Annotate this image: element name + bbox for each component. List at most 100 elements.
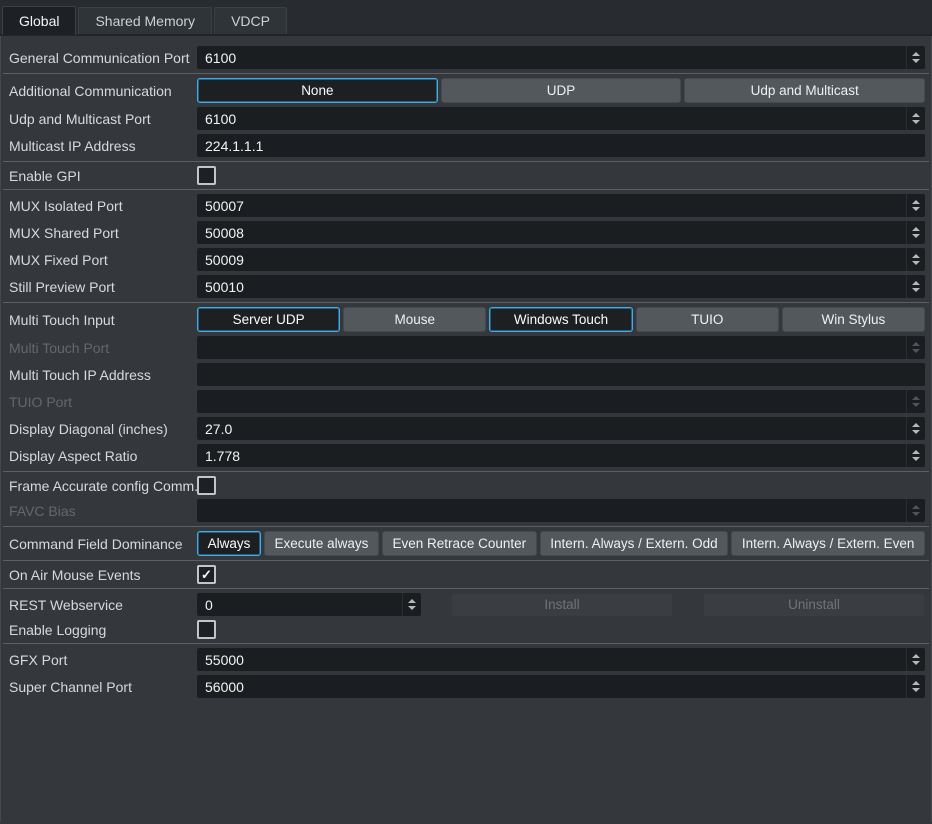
multi-touch-input-option-mouse[interactable]: Mouse: [343, 307, 486, 332]
enable-gpi-checkbox[interactable]: [197, 166, 216, 185]
settings-window: Global Shared Memory VDCP General Commun…: [0, 0, 932, 822]
spin-up-icon[interactable]: [912, 281, 920, 285]
mux-shared-port-spinbox[interactable]: [197, 221, 925, 244]
display-aspect-ratio-spinbox[interactable]: [197, 444, 925, 467]
tab-global[interactable]: Global: [2, 6, 76, 35]
spin-up-icon[interactable]: [912, 254, 920, 258]
spin-down-icon[interactable]: [408, 606, 416, 610]
spinner-buttons[interactable]: [906, 194, 925, 217]
multi-touch-port-spinbox: [197, 336, 925, 359]
command-field-dominance-option-even-retrace-counter[interactable]: Even Retrace Counter: [382, 531, 537, 556]
command-field-dominance-option-always[interactable]: Always: [197, 531, 261, 556]
spinner-buttons[interactable]: [906, 46, 925, 69]
spin-up-icon[interactable]: [912, 200, 920, 204]
spin-up-icon[interactable]: [912, 52, 920, 56]
still-preview-port-spinbox[interactable]: [197, 275, 925, 298]
mux-isolated-port-spinbox[interactable]: [197, 194, 925, 217]
general-communication-port-spinbox[interactable]: [197, 46, 925, 69]
multi-touch-input-option-tuio[interactable]: TUIO: [636, 307, 779, 332]
spinner-buttons[interactable]: [906, 417, 925, 440]
multi-touch-port-label: Multi Touch Port: [9, 340, 197, 356]
udp-and-multicast-port-control: [197, 107, 925, 130]
spin-down-icon[interactable]: [912, 234, 920, 238]
multicast-ip-address-input[interactable]: [197, 134, 925, 157]
spinner-buttons[interactable]: [906, 107, 925, 130]
on-air-mouse-events-control: ✓: [197, 565, 925, 584]
section-separator: [3, 526, 929, 527]
section-separator: [3, 161, 929, 162]
tab-bar: Global Shared Memory VDCP: [0, 0, 932, 36]
uninstall-button[interactable]: Uninstall: [703, 593, 925, 617]
spinner-buttons[interactable]: [906, 248, 925, 271]
rest-webservice-input[interactable]: [197, 593, 402, 616]
multicast-ip-address-label: Multicast IP Address: [9, 138, 197, 154]
udp-and-multicast-port-input[interactable]: [197, 107, 906, 130]
additional-communication-option-none[interactable]: None: [197, 78, 438, 103]
spin-down-icon[interactable]: [912, 430, 920, 434]
spin-down-icon[interactable]: [912, 288, 920, 292]
display-diagonal-input[interactable]: [197, 417, 906, 440]
command-field-dominance-option-intern-always-extern-odd[interactable]: Intern. Always / Extern. Odd: [540, 531, 729, 556]
spinner-buttons[interactable]: [906, 275, 925, 298]
spin-down-icon[interactable]: [912, 207, 920, 211]
mux-shared-port-input[interactable]: [197, 221, 906, 244]
enable-logging-label: Enable Logging: [9, 622, 197, 638]
install-button[interactable]: Install: [451, 593, 673, 617]
row-mux-fixed-port: MUX Fixed Port: [1, 248, 931, 271]
multi-touch-ip-address-field[interactable]: [197, 363, 925, 386]
rest-webservice-control: Install Uninstall: [197, 593, 925, 617]
on-air-mouse-events-checkbox[interactable]: ✓: [197, 565, 216, 584]
row-gfx-port: GFX Port: [1, 648, 931, 671]
spin-up-icon[interactable]: [912, 113, 920, 117]
multi-touch-input-option-windows-touch[interactable]: Windows Touch: [489, 307, 632, 332]
command-field-dominance-option-execute-always[interactable]: Execute always: [264, 531, 379, 556]
rest-webservice-spinbox[interactable]: [197, 593, 421, 616]
frame-accurate-config-comm-checkbox[interactable]: [197, 476, 216, 495]
super-channel-port-spinbox[interactable]: [197, 675, 925, 698]
spin-up-icon[interactable]: [408, 599, 416, 603]
multi-touch-ip-address-input[interactable]: [197, 363, 925, 386]
spinner-buttons[interactable]: [906, 675, 925, 698]
spin-up-icon[interactable]: [912, 423, 920, 427]
gfx-port-spinbox[interactable]: [197, 648, 925, 671]
multi-touch-input-option-server-udp[interactable]: Server UDP: [197, 307, 340, 332]
multi-touch-ip-address-control: [197, 363, 925, 386]
additional-communication-option-udp-and-multicast[interactable]: Udp and Multicast: [684, 78, 925, 103]
display-diagonal-spinbox[interactable]: [197, 417, 925, 440]
multicast-ip-address-field[interactable]: [197, 134, 925, 157]
spin-down-icon[interactable]: [912, 59, 920, 63]
spin-up-icon[interactable]: [912, 450, 920, 454]
frame-accurate-config-comm-label: Frame Accurate config Comm.: [9, 478, 197, 494]
tab-vdcp[interactable]: VDCP: [214, 7, 287, 34]
enable-logging-checkbox[interactable]: [197, 620, 216, 639]
additional-communication-option-udp[interactable]: UDP: [441, 78, 682, 103]
super-channel-port-input[interactable]: [197, 675, 906, 698]
spinner-buttons[interactable]: [906, 648, 925, 671]
gfx-port-input[interactable]: [197, 648, 906, 671]
spin-down-icon[interactable]: [912, 261, 920, 265]
spin-down-icon[interactable]: [912, 457, 920, 461]
udp-and-multicast-port-spinbox[interactable]: [197, 107, 925, 130]
general-communication-port-input[interactable]: [197, 46, 906, 69]
spin-down-icon[interactable]: [912, 688, 920, 692]
multi-touch-port-control: [197, 336, 925, 359]
mux-isolated-port-input[interactable]: [197, 194, 906, 217]
spin-down-icon[interactable]: [912, 120, 920, 124]
mux-fixed-port-label: MUX Fixed Port: [9, 252, 197, 268]
still-preview-port-input[interactable]: [197, 275, 906, 298]
display-aspect-ratio-input[interactable]: [197, 444, 906, 467]
spinner-buttons[interactable]: [906, 221, 925, 244]
spin-up-icon[interactable]: [912, 227, 920, 231]
multi-touch-input-option-win-stylus[interactable]: Win Stylus: [782, 307, 925, 332]
tuio-port-spinbox: [197, 390, 925, 413]
mux-fixed-port-input[interactable]: [197, 248, 906, 271]
tab-shared-memory[interactable]: Shared Memory: [78, 7, 212, 34]
spin-up-icon[interactable]: [912, 681, 920, 685]
spinner-buttons[interactable]: [906, 444, 925, 467]
mux-fixed-port-spinbox[interactable]: [197, 248, 925, 271]
spin-up-icon: [912, 396, 920, 400]
spin-down-icon[interactable]: [912, 661, 920, 665]
spinner-buttons[interactable]: [402, 593, 421, 616]
command-field-dominance-option-intern-always-extern-even[interactable]: Intern. Always / Extern. Even: [731, 531, 925, 556]
spin-up-icon[interactable]: [912, 654, 920, 658]
